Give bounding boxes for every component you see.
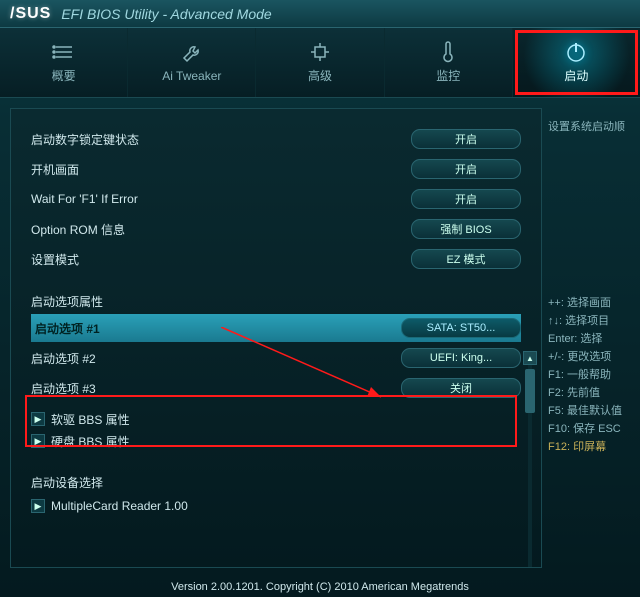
tab-advanced[interactable]: 高级 — [256, 28, 384, 97]
help-line: F2: 先前值 — [548, 384, 634, 400]
setting-label: 开机画面 — [31, 161, 411, 178]
help-line: ++: 选择画面 — [548, 294, 634, 310]
window-title: EFI BIOS Utility - Advanced Mode — [61, 6, 271, 22]
boot-option-2[interactable]: 启动选项 #2 UEFI: King... — [31, 344, 521, 372]
tab-label: 监控 — [436, 67, 460, 84]
help-line: F1: 一般帮助 — [548, 366, 634, 382]
help-line: Enter: 选择 — [548, 330, 634, 346]
footer-version: Version 2.00.1201. Copyright (C) 2010 Am… — [0, 581, 640, 593]
list-icon — [52, 41, 76, 63]
help-line: ↑↓: 选择项目 — [548, 312, 634, 328]
help-f12: F12: 印屏幕 — [548, 438, 634, 454]
tab-label: 高级 — [308, 67, 332, 84]
scroll-down-icon[interactable]: ▼ — [523, 567, 537, 568]
tab-monitor[interactable]: 监控 — [385, 28, 513, 97]
power-icon — [564, 41, 588, 63]
device-section-title: 启动设备选择 — [31, 474, 521, 491]
device-label: MultipleCard Reader 1.00 — [51, 499, 188, 513]
setting-value[interactable]: 强制 BIOS — [411, 219, 521, 239]
help-description: 设置系统启动顺 — [548, 118, 634, 134]
title-bar: /SUS EFI BIOS Utility - Advanced Mode — [0, 0, 640, 28]
scrollbar[interactable]: ▲ ▼ — [523, 351, 537, 568]
setting-value[interactable]: 开启 — [411, 159, 521, 179]
setting-value[interactable]: 开启 — [411, 189, 521, 209]
tab-label: 启动 — [564, 67, 588, 84]
setting-row-setup-mode[interactable]: 设置模式 EZ 模式 — [31, 245, 521, 273]
boot-label: 启动选项 #2 — [31, 350, 401, 367]
tab-ai-tweaker[interactable]: Ai Tweaker — [128, 28, 256, 97]
setting-row-numlock[interactable]: 启动数字锁定键状态 开启 — [31, 125, 521, 153]
expand-icon[interactable]: ▶ — [31, 499, 45, 513]
setting-label: Option ROM 信息 — [31, 221, 411, 238]
bbs-label: 软驱 BBS 属性 — [51, 411, 130, 428]
bbs-label: 硬盘 BBS 属性 — [51, 433, 130, 450]
boot-value[interactable]: SATA: ST50... — [401, 318, 521, 338]
help-sidebar: 设置系统启动顺 ++: 选择画面 ↑↓: 选择项目 Enter: 选择 +/-:… — [542, 98, 640, 578]
boot-value[interactable]: 关闭 — [401, 378, 521, 398]
help-line: +/-: 更改选项 — [548, 348, 634, 364]
brand-logo: /SUS — [10, 5, 51, 23]
help-line: F5: 最佳默认值 — [548, 402, 634, 418]
boot-label: 启动选项 #1 — [31, 320, 401, 337]
setting-row-fullscreen[interactable]: 开机画面 开启 — [31, 155, 521, 183]
boot-label: 启动选项 #3 — [31, 380, 401, 397]
bbs-hdd[interactable]: ▶ 硬盘 BBS 属性 — [31, 430, 521, 452]
boot-section-title: 启动选项属性 — [31, 293, 521, 310]
thermometer-icon — [438, 41, 458, 63]
expand-icon[interactable]: ▶ — [31, 412, 45, 426]
setting-label: 设置模式 — [31, 251, 411, 268]
tab-bar: 概要 Ai Tweaker 高级 监控 启动 — [0, 28, 640, 98]
setting-row-wait-f1[interactable]: Wait For 'F1' If Error 开启 — [31, 185, 521, 213]
setting-label: Wait For 'F1' If Error — [31, 192, 411, 206]
tab-boot[interactable]: 启动 — [513, 28, 640, 97]
scroll-up-icon[interactable]: ▲ — [523, 351, 537, 365]
boot-value[interactable]: UEFI: King... — [401, 348, 521, 368]
setting-value[interactable]: 开启 — [411, 129, 521, 149]
boot-device[interactable]: ▶ MultipleCard Reader 1.00 — [31, 495, 521, 517]
wrench-icon — [181, 43, 203, 65]
tab-label: Ai Tweaker — [162, 69, 221, 83]
boot-option-1[interactable]: 启动选项 #1 SATA: ST50... — [31, 314, 521, 342]
boot-option-3[interactable]: 启动选项 #3 关闭 — [31, 374, 521, 402]
setting-row-option-rom[interactable]: Option ROM 信息 强制 BIOS — [31, 215, 521, 243]
setting-label: 启动数字锁定键状态 — [31, 131, 411, 148]
expand-icon[interactable]: ▶ — [31, 434, 45, 448]
bbs-floppy[interactable]: ▶ 软驱 BBS 属性 — [31, 408, 521, 430]
tab-label: 概要 — [52, 67, 76, 84]
settings-panel: 启动数字锁定键状态 开启 开机画面 开启 Wait For 'F1' If Er… — [10, 108, 542, 568]
tab-main[interactable]: 概要 — [0, 28, 128, 97]
help-line: F10: 保存 ESC — [548, 420, 634, 436]
scroll-thumb[interactable] — [525, 369, 535, 413]
setting-value[interactable]: EZ 模式 — [411, 249, 521, 269]
chip-icon — [309, 41, 331, 63]
